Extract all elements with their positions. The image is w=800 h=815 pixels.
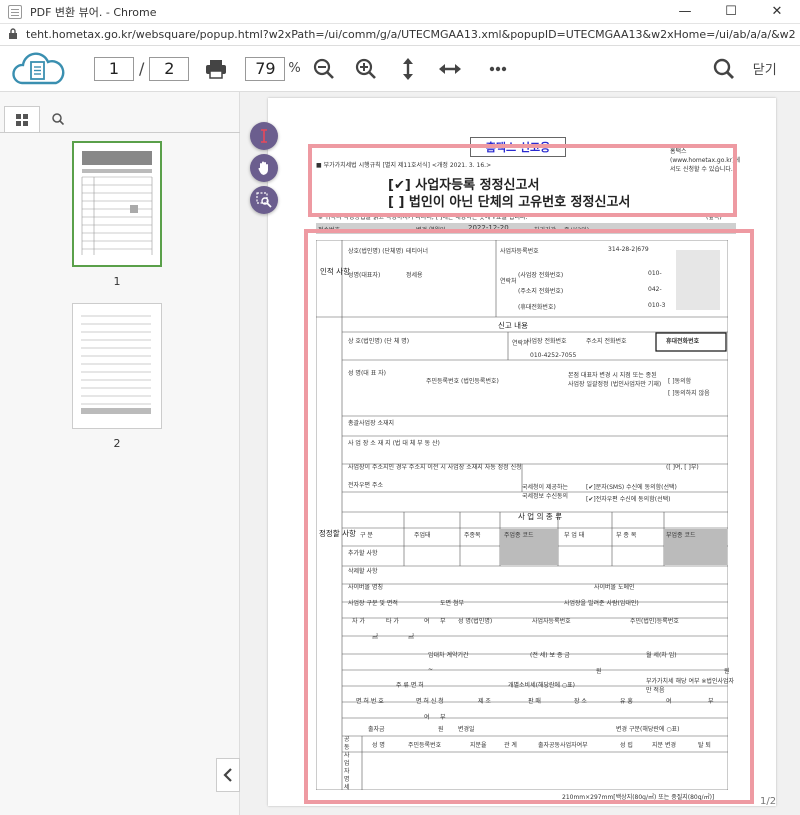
hand-icon — [258, 161, 268, 175]
document-icon — [8, 4, 22, 19]
minimize-button[interactable]: — — [662, 0, 708, 24]
thumbnail-preview — [81, 315, 151, 414]
page-thumbnail-1[interactable] — [72, 141, 162, 267]
text-select-tool-button[interactable] — [250, 122, 278, 150]
grid-icon — [16, 113, 28, 126]
maximize-button[interactable]: ☐ — [708, 0, 754, 24]
pan-tool-button[interactable] — [250, 154, 278, 182]
zoom-out-icon — [313, 58, 334, 79]
fit-height-button[interactable] — [393, 54, 423, 84]
title-bar: PDF 변환 뷰어. - Chrome — ☐ ✕ — [0, 0, 800, 24]
address-bar: teht.hometax.go.kr/websquare/popup.html?… — [0, 24, 800, 46]
window-controls: — ☐ ✕ — [662, 0, 800, 24]
highlight-form-box — [304, 229, 754, 804]
document-viewer: 홈택스 신고용 ■ 부가가치세법 시행규칙 [별지 제11호서식] <개정 20… — [240, 92, 800, 815]
lock-icon — [6, 25, 20, 44]
window-title: PDF 변환 뷰어. - Chrome — [30, 5, 157, 19]
tab-search[interactable] — [40, 106, 76, 132]
close-viewer-button[interactable]: 닫기 — [753, 59, 777, 78]
page-separator: / — [139, 59, 145, 78]
pdf-page: 홈택스 신고용 ■ 부가가치세법 시행규칙 [별지 제11호서식] <개정 20… — [268, 98, 776, 806]
more-options-button[interactable] — [483, 54, 513, 84]
thumbnail-label-2: 2 — [113, 437, 121, 450]
cloud-document-logo-icon — [12, 52, 65, 84]
thumbnail-list: 1 2 — [0, 132, 240, 815]
highlight-title-box — [308, 144, 737, 217]
text-cursor-icon — [261, 129, 267, 143]
thumbnail-label-1: 1 — [113, 275, 121, 288]
zoom-unit: % — [288, 61, 301, 76]
tab-thumbnails[interactable] — [4, 106, 40, 132]
collapse-sidebar-button[interactable] — [216, 758, 240, 792]
total-pages: 2 — [149, 56, 190, 81]
url-text[interactable]: teht.hometax.go.kr/websquare/popup.html?… — [26, 28, 796, 41]
marquee-zoom-icon — [256, 192, 272, 208]
vertical-arrows-icon — [402, 57, 413, 80]
print-icon — [206, 59, 227, 79]
horizontal-arrows-icon — [438, 63, 461, 74]
zoom-in-button[interactable] — [351, 54, 381, 84]
chevron-left-icon — [223, 768, 232, 782]
area-zoom-tool-button[interactable] — [250, 186, 278, 214]
zoom-input[interactable]: 79 — [245, 56, 286, 81]
search-icon — [713, 58, 734, 79]
fit-width-button[interactable] — [435, 54, 465, 84]
thumbnail-sidebar: 1 2 — [0, 92, 240, 815]
current-page-input[interactable]: 1 — [94, 56, 134, 81]
zoom-in-icon — [355, 58, 376, 79]
zoom-out-button[interactable] — [309, 54, 339, 84]
thumbnail-preview — [81, 151, 153, 255]
more-dots-icon — [489, 66, 506, 71]
search-icon — [52, 113, 64, 125]
page-indicator: 1/2 — [760, 796, 777, 807]
sidebar-tabs — [0, 92, 239, 132]
viewer-toolbar: 1 / 2 79 % 닫기 — [0, 46, 800, 92]
page-thumbnail-2[interactable] — [72, 303, 162, 429]
close-window-button[interactable]: ✕ — [754, 0, 800, 24]
print-button[interactable] — [201, 54, 231, 84]
search-button[interactable] — [709, 54, 739, 84]
